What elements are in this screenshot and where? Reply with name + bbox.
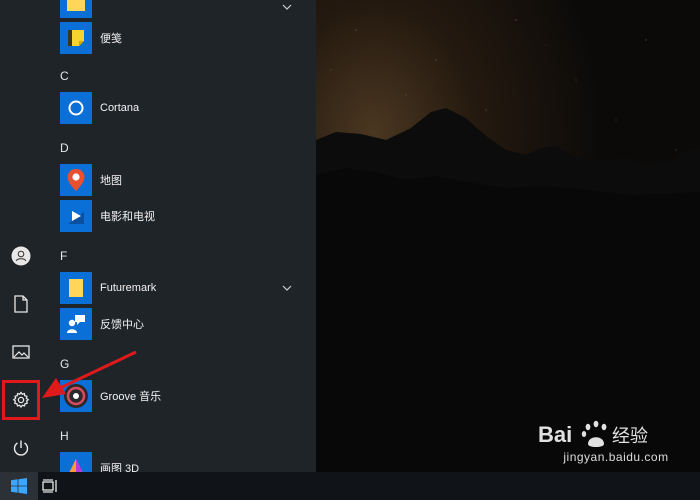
app-label: Futuremark bbox=[100, 282, 157, 294]
svg-text:经验: 经验 bbox=[612, 426, 648, 447]
power-icon bbox=[13, 440, 29, 456]
app-cortana[interactable]: Cortana bbox=[60, 92, 310, 124]
app-maps[interactable]: 地图 bbox=[60, 164, 310, 196]
start-button[interactable] bbox=[0, 472, 38, 500]
chevron-down-icon[interactable] bbox=[282, 285, 292, 291]
feedback-icon bbox=[60, 308, 92, 340]
documents-button[interactable] bbox=[0, 284, 42, 324]
app-futuremark[interactable]: Futuremark bbox=[60, 272, 310, 304]
app-movies-tv[interactable]: 电影和电视 bbox=[60, 200, 310, 232]
mountain-silhouette bbox=[316, 0, 700, 472]
desktop-wallpaper bbox=[316, 0, 700, 472]
windows-logo-icon bbox=[11, 478, 27, 494]
play-icon bbox=[60, 200, 92, 232]
app-sticky-notes[interactable]: 便笺 bbox=[60, 22, 310, 54]
folder-icon bbox=[60, 0, 92, 18]
app-label: Cortana bbox=[100, 102, 140, 114]
app-label: 反馈中心 bbox=[100, 319, 144, 331]
app-folder-top[interactable] bbox=[60, 0, 310, 18]
task-view-icon bbox=[42, 479, 57, 493]
cortana-icon bbox=[60, 92, 92, 124]
baidu-logo-icon: Bai 经验 bbox=[538, 420, 648, 447]
power-button[interactable] bbox=[0, 428, 42, 468]
map-pin-icon bbox=[60, 164, 92, 196]
baidu-watermark: Bai 经验 jingyan.baidu.com bbox=[536, 418, 696, 468]
app-label: 电影和电视 bbox=[100, 211, 155, 223]
task-view-button[interactable] bbox=[38, 472, 62, 500]
chevron-down-icon[interactable] bbox=[282, 4, 292, 10]
taskbar bbox=[0, 472, 700, 500]
annotation-arrow bbox=[42, 350, 137, 398]
section-letter-d[interactable]: D bbox=[60, 141, 69, 155]
sticky-note-icon bbox=[60, 22, 92, 54]
document-icon bbox=[14, 295, 28, 313]
section-letter-c[interactable]: C bbox=[60, 69, 69, 83]
watermark-url: jingyan.baidu.com bbox=[563, 450, 669, 464]
app-label: 便笺 bbox=[100, 33, 122, 45]
svg-text:Bai: Bai bbox=[538, 422, 572, 447]
account-button[interactable] bbox=[0, 236, 42, 276]
user-icon bbox=[11, 246, 31, 266]
app-feedback-hub[interactable]: 反馈中心 bbox=[60, 308, 310, 340]
section-letter-h[interactable]: H bbox=[60, 429, 69, 443]
app-label: 地图 bbox=[100, 175, 122, 187]
picture-icon bbox=[12, 345, 30, 359]
section-letter-f[interactable]: F bbox=[60, 249, 67, 263]
folder-icon bbox=[60, 272, 92, 304]
